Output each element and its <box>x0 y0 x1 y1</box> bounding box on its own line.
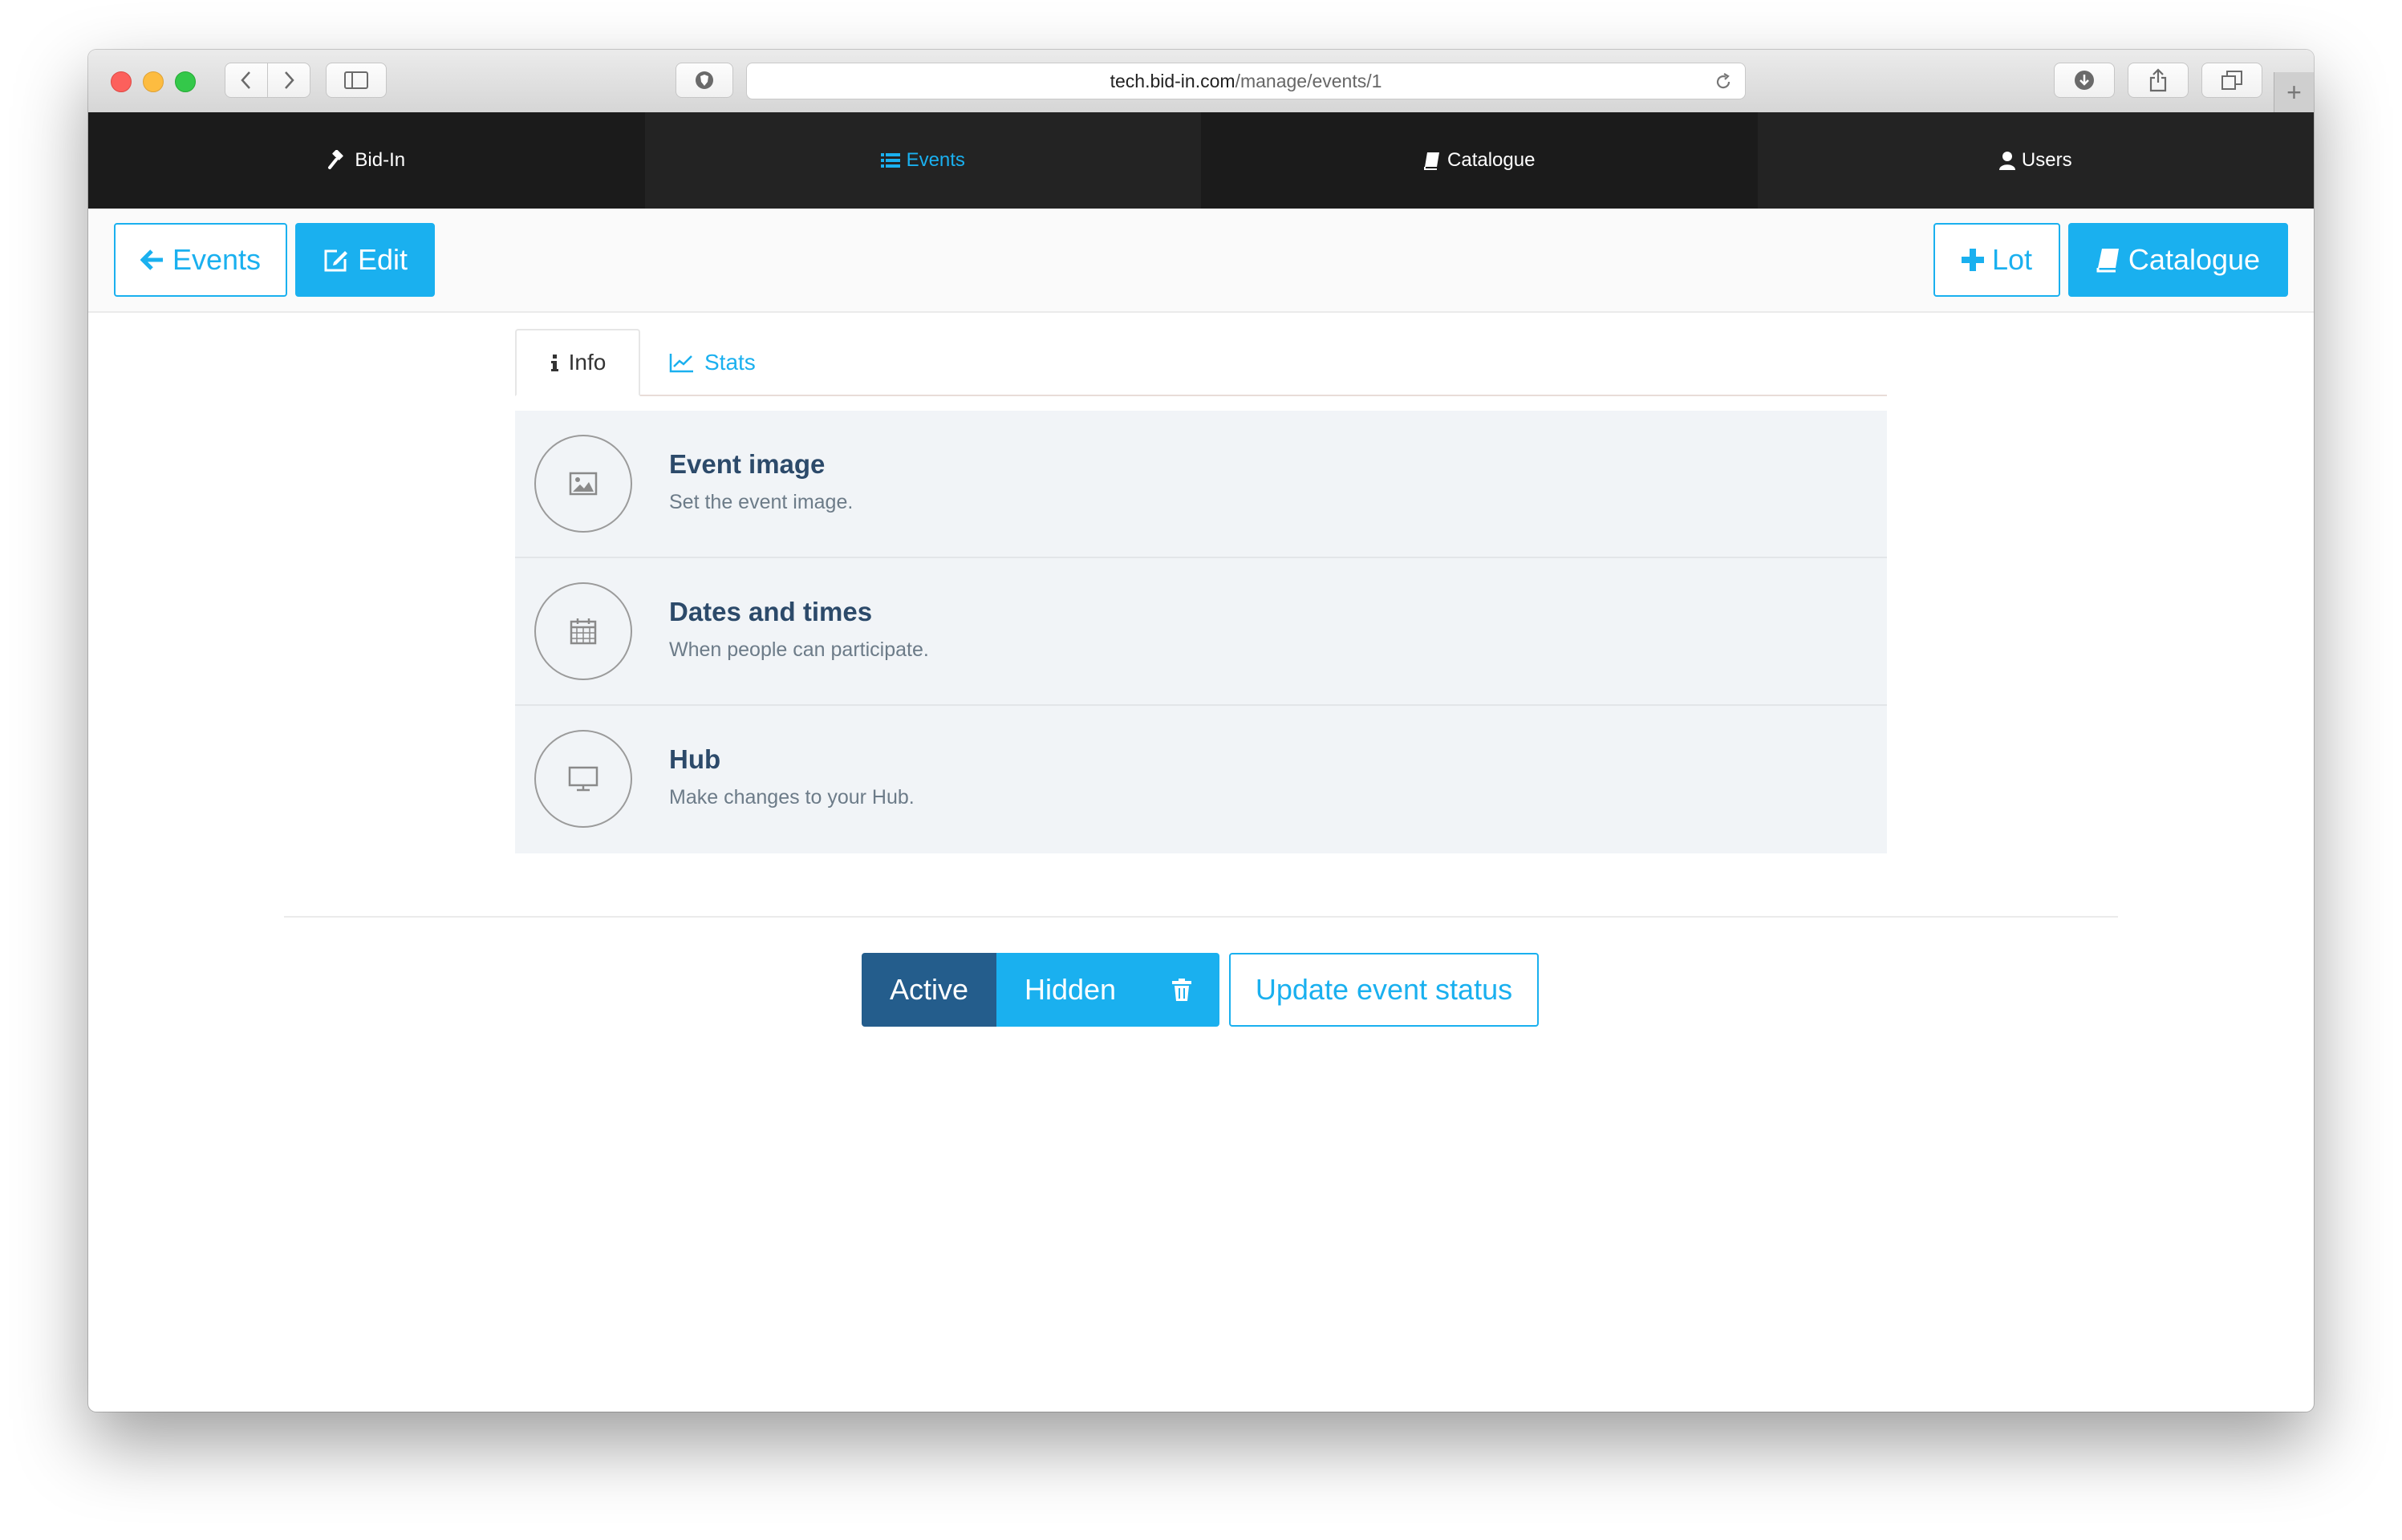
url-path: /manage/events/1 <box>1235 70 1382 91</box>
hub-icon-circle <box>534 730 632 828</box>
minimize-window-button[interactable] <box>143 71 164 92</box>
add-lot-label: Lot <box>1991 243 2033 276</box>
nav-item-label: Events <box>906 149 965 171</box>
tabs-overview-button[interactable] <box>2201 63 2262 98</box>
plus-icon: + <box>2286 77 2302 107</box>
address-bar[interactable]: tech.bid-in.com/manage/events/1 <box>746 63 1746 99</box>
status-option-label: Hidden <box>1024 973 1117 1006</box>
back-to-events-label: Events <box>172 243 262 276</box>
browser-window: tech.bid-in.com/manage/events/1 + Bid-In… <box>88 50 2314 1412</box>
list-item-subtitle: Make changes to your Hub. <box>669 786 915 808</box>
nav-item-bid-in[interactable]: Bid-In <box>88 112 645 209</box>
list-item-hub[interactable]: Hub Make changes to your Hub. <box>515 706 1887 853</box>
chevron-left-icon <box>241 71 250 89</box>
tabs-icon <box>2221 71 2242 90</box>
tab-stats-label: Stats <box>704 350 756 375</box>
download-icon <box>2075 71 2094 90</box>
sidebar-toggle-button[interactable] <box>326 63 387 98</box>
trash-icon <box>1172 979 1191 1001</box>
tab-stats[interactable]: Stats <box>669 329 756 396</box>
url-host: tech.bid-in.com <box>1110 70 1235 91</box>
list-item-title: Event image <box>669 449 826 479</box>
image-icon <box>569 472 598 496</box>
list-item-dates-and-times[interactable]: Dates and times When people can particip… <box>515 558 1887 706</box>
dates-icon-circle <box>534 582 632 680</box>
share-button[interactable] <box>2128 63 2189 98</box>
privacy-button[interactable] <box>676 63 733 98</box>
back-to-events-button[interactable]: Events <box>114 223 287 297</box>
list-item-subtitle: Set the event image. <box>669 491 854 513</box>
sidebar-icon <box>344 71 368 89</box>
status-option-hidden[interactable]: Hidden <box>996 953 1144 1027</box>
monitor-icon <box>568 766 598 792</box>
arrow-left-icon <box>140 249 163 270</box>
add-lot-button[interactable]: Lot <box>1933 223 2060 297</box>
info-icon <box>550 355 558 371</box>
edit-label: Edit <box>357 243 408 276</box>
update-event-status-label: Update event status <box>1255 973 1513 1006</box>
close-window-button[interactable] <box>111 71 132 92</box>
user-icon <box>1998 152 2015 170</box>
nav-item-label: Bid-In <box>355 149 406 171</box>
chevron-right-icon <box>285 71 294 89</box>
tab-info[interactable]: Info <box>515 329 640 396</box>
edit-button[interactable]: Edit <box>295 223 435 297</box>
list-item-title: Hub <box>669 744 721 774</box>
book-icon <box>2096 249 2119 273</box>
forward-nav-button[interactable] <box>267 63 310 98</box>
status-option-active[interactable]: Active <box>862 953 996 1027</box>
edit-icon <box>324 249 347 272</box>
shield-icon <box>696 71 713 89</box>
page-toolbar: Events Edit Lot Catalogue <box>88 209 2314 313</box>
event-settings-list: Event image Set the event image. Dates a… <box>515 411 1887 853</box>
book-icon <box>1424 152 1440 170</box>
zoom-window-button[interactable] <box>175 71 196 92</box>
nav-item-events[interactable]: Events <box>644 112 1201 209</box>
reload-icon[interactable] <box>1713 71 1734 92</box>
status-option-label: Active <box>889 973 969 1006</box>
share-icon <box>2149 68 2167 92</box>
nav-item-label: Users <box>2021 149 2072 171</box>
update-event-status-button[interactable]: Update event status <box>1229 953 1539 1027</box>
new-tab-button[interactable]: + <box>2274 72 2314 112</box>
tab-info-label: Info <box>568 350 607 375</box>
app-navbar: Bid-In Events Catalogue Users <box>88 112 2314 209</box>
gavel-icon <box>328 150 344 169</box>
downloads-button[interactable] <box>2054 63 2115 98</box>
browser-titlebar: tech.bid-in.com/manage/events/1 + <box>88 50 2314 114</box>
list-item-subtitle: When people can participate. <box>669 638 929 661</box>
calendar-icon <box>570 618 597 645</box>
nav-item-users[interactable]: Users <box>1757 112 2314 209</box>
nav-item-label: Catalogue <box>1447 149 1536 171</box>
list-icon <box>880 153 900 168</box>
event-image-icon-circle <box>534 435 632 533</box>
catalogue-label: Catalogue <box>2128 243 2261 276</box>
line-chart-icon <box>669 354 693 373</box>
back-nav-button[interactable] <box>225 63 268 98</box>
event-tabs: Info Stats <box>515 327 1887 396</box>
list-item-title: Dates and times <box>669 597 873 626</box>
delete-event-button[interactable] <box>1144 953 1219 1027</box>
plus-icon <box>1961 249 1984 271</box>
catalogue-button[interactable]: Catalogue <box>2068 223 2288 297</box>
nav-item-catalogue[interactable]: Catalogue <box>1201 112 1758 209</box>
event-status-toggle: Active Hidden <box>862 953 1219 1027</box>
list-item-event-image[interactable]: Event image Set the event image. <box>515 411 1887 558</box>
section-divider <box>284 916 2118 918</box>
